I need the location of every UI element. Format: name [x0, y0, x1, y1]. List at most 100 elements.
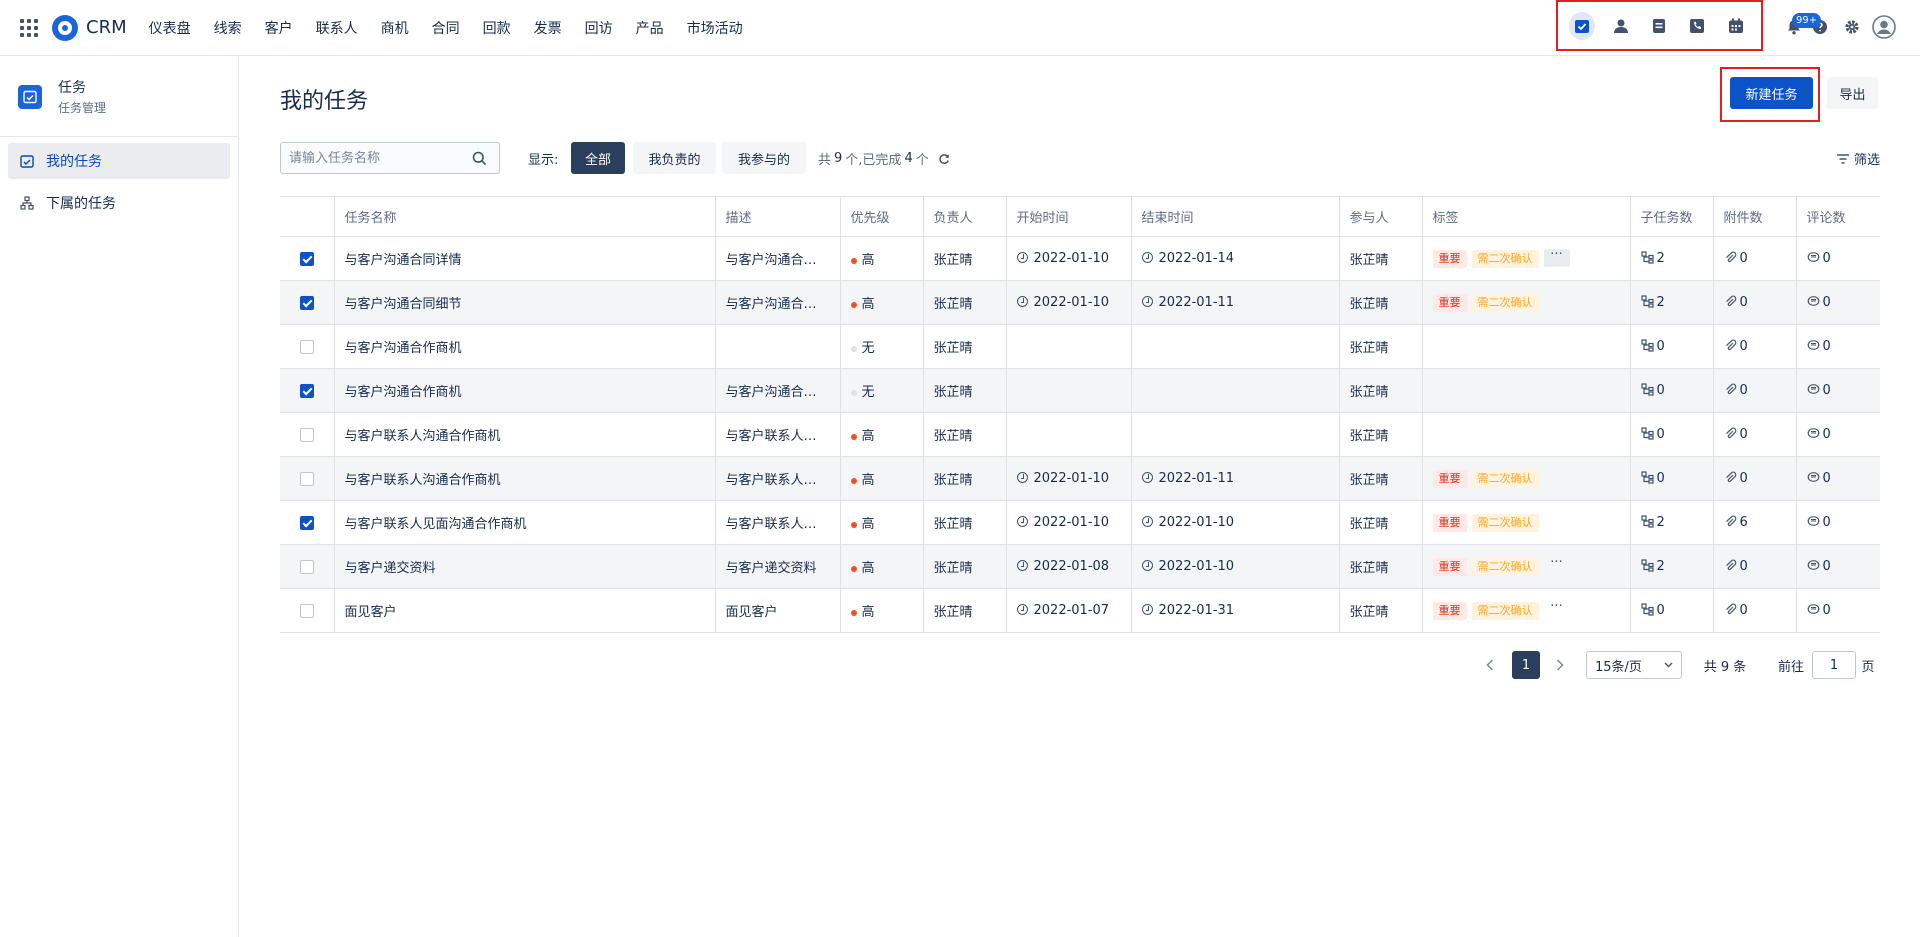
subtask-count[interactable]: 2 — [1630, 280, 1714, 325]
attachment-count[interactable]: 0 — [1713, 280, 1797, 325]
tag-badge[interactable]: 重要 — [1432, 513, 1467, 532]
task-checkbox[interactable] — [299, 603, 314, 618]
task-checkbox[interactable] — [299, 471, 314, 486]
column-header[interactable]: 负责人 — [923, 196, 1007, 237]
subtask-count[interactable]: 2 — [1630, 500, 1714, 545]
column-header[interactable]: 评论数 — [1796, 196, 1880, 237]
comment-count[interactable]: 0 — [1796, 368, 1880, 413]
sidebar-item-my-tasks[interactable]: 我的任务 — [8, 143, 230, 179]
phone-icon[interactable] — [1684, 12, 1710, 40]
task-name[interactable]: 与客户联系人沟通合作商机 — [334, 456, 716, 501]
task-checkbox[interactable] — [299, 339, 314, 354]
sidebar-item-subordinate-tasks[interactable]: 下属的任务 — [8, 185, 230, 221]
page-number-current[interactable]: 1 — [1512, 651, 1540, 679]
column-header[interactable]: 子任务数 — [1630, 196, 1714, 237]
column-header[interactable]: 标签 — [1422, 196, 1631, 237]
subtask-count[interactable]: 2 — [1630, 544, 1714, 589]
menu-item-customers[interactable]: 客户 — [265, 18, 293, 38]
task-checkbox[interactable] — [299, 251, 314, 266]
task-checkbox[interactable] — [299, 515, 314, 530]
menu-item-marketing[interactable]: 市场活动 — [687, 18, 743, 38]
comment-count[interactable]: 0 — [1796, 324, 1880, 369]
table-row[interactable]: 与客户联系人沟通合作商机 与客户联系人… 高 张芷晴 张芷晴 0 0 0 — [280, 412, 1880, 457]
tag-badge[interactable]: 需二次确认 — [1471, 601, 1539, 620]
task-name[interactable]: 与客户沟通合同细节 — [334, 280, 716, 325]
table-row[interactable]: 面见客户 面见客户高张芷晴 2022-01-07 2022-01-31 张芷晴 重要 需二次… — [280, 588, 1880, 633]
table-row[interactable]: 与客户沟通合同详情 与客户沟通合… 高 张芷晴 2022-01-10 2022-01-14… — [280, 236, 1880, 281]
task-name[interactable]: 与客户联系人沟通合作商机 — [334, 412, 716, 457]
table-row[interactable]: 与客户联系人沟通合作商机 与客户联系人… 高 张芷晴 2022-01-10 2022-01… — [280, 456, 1880, 501]
notification-bell-icon[interactable]: 99+ — [1782, 12, 1822, 42]
column-header[interactable]: 描述 — [715, 196, 841, 237]
attachment-count[interactable]: 0 — [1713, 324, 1797, 369]
menu-item-contacts[interactable]: 联系人 — [316, 18, 358, 38]
subtask-count[interactable]: 0 — [1630, 456, 1714, 501]
comment-count[interactable]: 0 — [1796, 544, 1880, 589]
table-row[interactable]: 与客户沟通合作商机 无 张芷晴 张芷晴 0 0 0 — [280, 324, 1880, 369]
task-search-input[interactable] — [281, 143, 451, 173]
table-row[interactable]: 与客户沟通合同细节 与客户沟通合… 高 张芷晴 2022-01-10 2022-01-11… — [280, 280, 1880, 325]
task-name[interactable]: 与客户沟通合作商机 — [334, 324, 716, 369]
attachment-count[interactable]: 6 — [1713, 500, 1797, 545]
menu-item-dashboard[interactable]: 仪表盘 — [149, 18, 191, 38]
attachment-count[interactable]: 0 — [1713, 236, 1797, 281]
subtask-count[interactable]: 2 — [1630, 236, 1714, 281]
column-header[interactable]: 结束时间 — [1131, 196, 1340, 237]
refresh-icon[interactable] — [938, 153, 950, 165]
comment-count[interactable]: 0 — [1796, 280, 1880, 325]
table-row[interactable]: 与客户递交资料 与客户递交资料 高 张芷晴 2022-01-08 2022-01-10 张芷… — [280, 544, 1880, 589]
search-icon[interactable] — [472, 151, 487, 166]
menu-item-leads[interactable]: 线索 — [214, 18, 242, 38]
filter-participating-button[interactable]: 我参与的 — [722, 142, 806, 174]
attachment-count[interactable]: 0 — [1713, 456, 1797, 501]
app-switcher-icon[interactable] — [20, 18, 38, 37]
task-name[interactable]: 面见客户 — [334, 588, 716, 633]
table-row[interactable]: 与客户联系人见面沟通合作商机 与客户联系人… 高 张芷晴 2022-01-10 2022-… — [280, 500, 1880, 545]
tag-badge[interactable]: 需二次确认 — [1471, 293, 1539, 312]
more-tags-icon[interactable]: ··· — [1544, 556, 1570, 575]
tag-badge[interactable]: 重要 — [1432, 293, 1467, 312]
comment-count[interactable]: 0 — [1796, 500, 1880, 545]
more-tags-icon[interactable]: ··· — [1544, 600, 1570, 619]
subtask-count[interactable]: 0 — [1630, 588, 1714, 633]
menu-item-invoices[interactable]: 发票 — [534, 18, 562, 38]
column-header[interactable]: 附件数 — [1713, 196, 1797, 237]
page-size-select[interactable]: 15条/页 — [1586, 651, 1682, 679]
task-name[interactable]: 与客户沟通合同详情 — [334, 236, 716, 281]
user-avatar-icon[interactable] — [1872, 12, 1896, 42]
comment-count[interactable]: 0 — [1796, 456, 1880, 501]
menu-item-products[interactable]: 产品 — [636, 18, 664, 38]
subtask-count[interactable]: 0 — [1630, 412, 1714, 457]
attachment-count[interactable]: 0 — [1713, 368, 1797, 413]
subtask-count[interactable]: 0 — [1630, 324, 1714, 369]
menu-item-payments[interactable]: 回款 — [483, 18, 511, 38]
contact-icon[interactable] — [1607, 12, 1633, 40]
task-name[interactable]: 与客户联系人见面沟通合作商机 — [334, 500, 716, 545]
tag-badge[interactable]: 需二次确认 — [1471, 513, 1539, 532]
comment-count[interactable]: 0 — [1796, 588, 1880, 633]
tag-badge[interactable]: 需二次确认 — [1471, 249, 1539, 268]
task-name[interactable]: 与客户沟通合作商机 — [334, 368, 716, 413]
filter-all-button[interactable]: 全部 — [571, 142, 625, 174]
goto-page-input[interactable]: 1 — [1812, 651, 1856, 679]
task-checkbox[interactable] — [299, 559, 314, 574]
tag-badge[interactable]: 重要 — [1432, 469, 1467, 488]
attachment-count[interactable]: 0 — [1713, 412, 1797, 457]
task-checkbox[interactable] — [299, 383, 314, 398]
filter-responsible-button[interactable]: 我负责的 — [633, 142, 716, 174]
more-tags-icon[interactable]: ··· — [1543, 248, 1570, 268]
subtask-count[interactable]: 0 — [1630, 368, 1714, 413]
column-header[interactable]: 任务名称 — [334, 196, 716, 237]
comment-count[interactable]: 0 — [1796, 236, 1880, 281]
tag-badge[interactable]: 重要 — [1432, 557, 1467, 576]
tag-badge[interactable]: 需二次确认 — [1471, 469, 1539, 488]
settings-gear-icon[interactable] — [1840, 12, 1864, 42]
next-page-icon[interactable] — [1550, 651, 1570, 679]
column-header[interactable]: 优先级 — [840, 196, 924, 237]
menu-item-contracts[interactable]: 合同 — [432, 18, 460, 38]
menu-item-opportunities[interactable]: 商机 — [381, 18, 409, 38]
menu-item-visits[interactable]: 回访 — [585, 18, 613, 38]
calendar-icon[interactable] — [1723, 12, 1749, 40]
new-task-button[interactable]: 新建任务 — [1730, 77, 1813, 109]
task-checkbox[interactable] — [299, 295, 314, 310]
